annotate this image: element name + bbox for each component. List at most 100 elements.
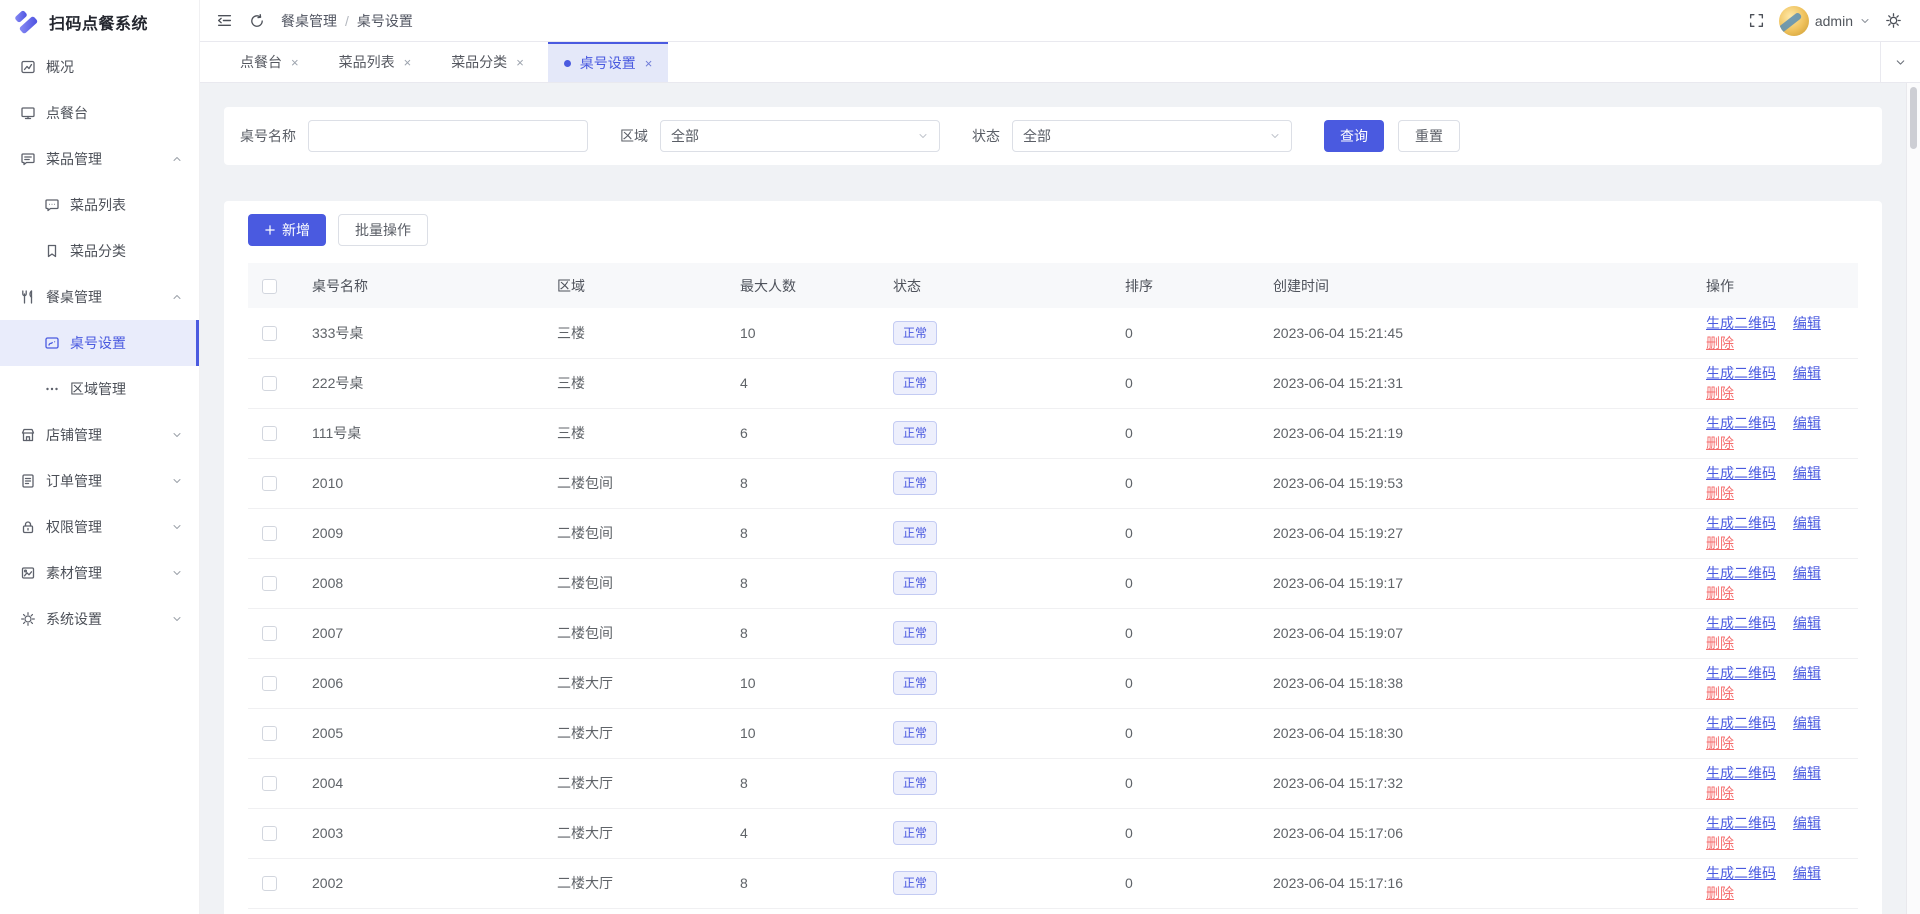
row-checkbox[interactable]	[262, 476, 277, 491]
generate-qrcode-link[interactable]: 生成二维码	[1706, 515, 1776, 531]
generate-qrcode-link[interactable]: 生成二维码	[1706, 565, 1776, 581]
row-checkbox[interactable]	[262, 626, 277, 641]
sidebar-item-overview[interactable]: 概况	[0, 44, 199, 90]
row-checkbox[interactable]	[262, 676, 277, 691]
generate-qrcode-link[interactable]: 生成二维码	[1706, 765, 1776, 781]
status-badge: 正常	[893, 421, 937, 445]
search-button[interactable]: 查询	[1324, 120, 1384, 152]
row-checkbox[interactable]	[262, 826, 277, 841]
delete-link[interactable]: 删除	[1706, 535, 1734, 551]
edit-link[interactable]: 编辑	[1793, 515, 1821, 531]
add-button[interactable]: 新增	[248, 214, 326, 246]
sidebar-item-dish-management[interactable]: 菜品管理	[0, 136, 199, 182]
plus-icon	[264, 224, 276, 236]
delete-link[interactable]: 删除	[1706, 635, 1734, 651]
edit-link[interactable]: 编辑	[1793, 415, 1821, 431]
edit-link[interactable]: 编辑	[1793, 815, 1821, 831]
row-checkbox[interactable]	[262, 726, 277, 741]
table-name-input[interactable]	[308, 120, 588, 152]
table-row: 333号桌 三楼 10 正常 0 2023-06-04 15:21:45 生成二…	[248, 308, 1858, 358]
generate-qrcode-link[interactable]: 生成二维码	[1706, 415, 1776, 431]
tab-table-number-settings[interactable]: 桌号设置 ×	[548, 42, 669, 82]
generate-qrcode-link[interactable]: 生成二维码	[1706, 865, 1776, 881]
sidebar-item-shop-management[interactable]: 店铺管理	[0, 412, 199, 458]
edit-link[interactable]: 编辑	[1793, 665, 1821, 681]
user-menu[interactable]: admin	[1779, 6, 1871, 36]
edit-link[interactable]: 编辑	[1793, 615, 1821, 631]
generate-qrcode-link[interactable]: 生成二维码	[1706, 365, 1776, 381]
delete-link[interactable]: 删除	[1706, 685, 1734, 701]
edit-link[interactable]: 编辑	[1793, 365, 1821, 381]
generate-qrcode-link[interactable]: 生成二维码	[1706, 715, 1776, 731]
cell-table-name: 2005	[312, 708, 557, 758]
chevron-down-icon	[171, 567, 183, 579]
sidebar-item-area-management[interactable]: 区域管理	[0, 366, 199, 412]
row-checkbox[interactable]	[262, 876, 277, 891]
generate-qrcode-link[interactable]: 生成二维码	[1706, 665, 1776, 681]
page-content: 桌号名称 区域 全部 状态 全部 查询 重置	[200, 83, 1920, 914]
edit-link[interactable]: 编辑	[1793, 315, 1821, 331]
gear-icon	[1885, 12, 1902, 29]
sidebar-collapse-button[interactable]	[216, 12, 233, 29]
cell-sort: 0	[1125, 408, 1273, 458]
delete-link[interactable]: 删除	[1706, 485, 1734, 501]
generate-qrcode-link[interactable]: 生成二维码	[1706, 815, 1776, 831]
tab-close-icon[interactable]: ×	[516, 56, 524, 69]
table-row: 2004 二楼大厅 8 正常 0 2023-06-04 15:17:32 生成二…	[248, 758, 1858, 808]
sidebar-item-table-management[interactable]: 餐桌管理	[0, 274, 199, 320]
tab-dish-category[interactable]: 菜品分类 ×	[435, 42, 540, 82]
edit-link[interactable]: 编辑	[1793, 465, 1821, 481]
breadcrumb-section[interactable]: 餐桌管理	[281, 11, 337, 31]
row-checkbox[interactable]	[262, 576, 277, 591]
sidebar-item-permission-management[interactable]: 权限管理	[0, 504, 199, 550]
row-checkbox[interactable]	[262, 376, 277, 391]
edit-link[interactable]: 编辑	[1793, 765, 1821, 781]
edit-link[interactable]: 编辑	[1793, 865, 1821, 881]
delete-link[interactable]: 删除	[1706, 785, 1734, 801]
status-badge: 正常	[893, 721, 937, 745]
edit-link[interactable]: 编辑	[1793, 565, 1821, 581]
generate-qrcode-link[interactable]: 生成二维码	[1706, 315, 1776, 331]
table-card-icon	[44, 335, 60, 351]
sidebar-item-dish-category[interactable]: 菜品分类	[0, 228, 199, 274]
sidebar-item-dish-list[interactable]: 菜品列表	[0, 182, 199, 228]
app-logo[interactable]: 扫码点餐系统	[0, 0, 199, 44]
breadcrumb-separator: /	[345, 13, 349, 29]
delete-link[interactable]: 删除	[1706, 735, 1734, 751]
settings-button[interactable]	[1885, 12, 1902, 29]
cell-area: 二楼大厅	[557, 708, 740, 758]
tab-dish-list[interactable]: 菜品列表 ×	[323, 42, 428, 82]
status-select[interactable]: 全部	[1012, 120, 1292, 152]
row-checkbox[interactable]	[262, 526, 277, 541]
delete-link[interactable]: 删除	[1706, 585, 1734, 601]
shop-icon	[20, 427, 36, 443]
tab-close-icon[interactable]: ×	[291, 56, 299, 69]
delete-link[interactable]: 删除	[1706, 335, 1734, 351]
tab-order-station[interactable]: 点餐台 ×	[224, 42, 315, 82]
sidebar-item-material-management[interactable]: 素材管理	[0, 550, 199, 596]
delete-link[interactable]: 删除	[1706, 435, 1734, 451]
generate-qrcode-link[interactable]: 生成二维码	[1706, 465, 1776, 481]
tab-close-icon[interactable]: ×	[404, 56, 412, 69]
reset-button[interactable]: 重置	[1398, 120, 1460, 152]
delete-link[interactable]: 删除	[1706, 385, 1734, 401]
sidebar-item-table-number-settings[interactable]: 桌号设置	[0, 320, 199, 366]
generate-qrcode-link[interactable]: 生成二维码	[1706, 615, 1776, 631]
select-all-checkbox[interactable]	[262, 279, 277, 294]
row-checkbox[interactable]	[262, 776, 277, 791]
tab-close-icon[interactable]: ×	[645, 57, 653, 70]
sidebar-item-system-settings[interactable]: 系统设置	[0, 596, 199, 642]
edit-link[interactable]: 编辑	[1793, 715, 1821, 731]
row-checkbox[interactable]	[262, 426, 277, 441]
sidebar-item-order-management[interactable]: 订单管理	[0, 458, 199, 504]
scrollbar-thumb[interactable]	[1910, 87, 1917, 149]
delete-link[interactable]: 删除	[1706, 835, 1734, 851]
sidebar-item-order-station[interactable]: 点餐台	[0, 90, 199, 136]
area-select[interactable]: 全部	[660, 120, 940, 152]
batch-operations-button[interactable]: 批量操作	[338, 214, 428, 246]
fullscreen-button[interactable]	[1748, 12, 1765, 29]
tab-options-button[interactable]	[1880, 42, 1920, 82]
delete-link[interactable]: 删除	[1706, 885, 1734, 901]
row-checkbox[interactable]	[262, 326, 277, 341]
refresh-button[interactable]	[249, 13, 265, 29]
